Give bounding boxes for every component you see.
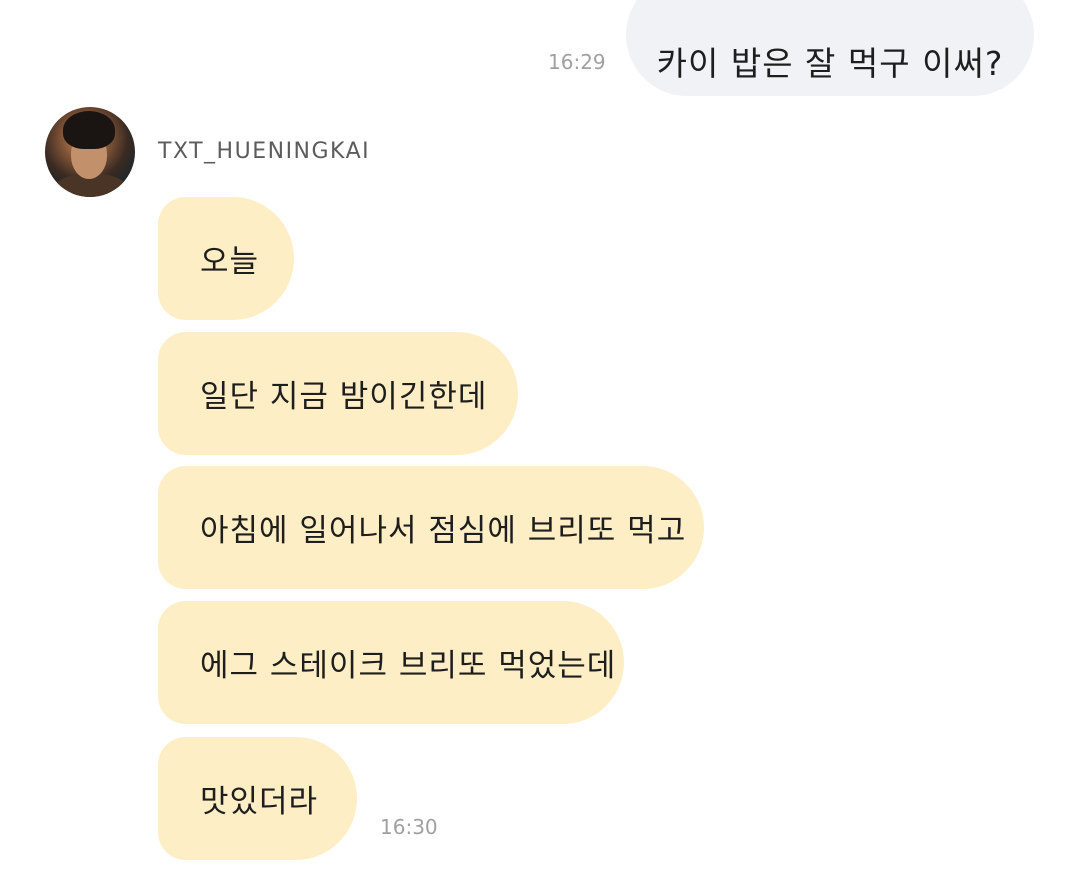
incoming-message-text: 맛있더라 (200, 784, 319, 820)
incoming-message-text: 일단 지금 밤이긴한데 (200, 379, 488, 415)
avatar-hair-shape (63, 111, 115, 149)
outgoing-message-bubble[interactable]: 카이 밥은 잘 먹구 이써? (626, 0, 1034, 96)
chat-thread: 카이 밥은 잘 먹구 이써? 16:29 TXT_HUENINGKAI 오늘 일… (0, 0, 1080, 873)
incoming-timestamp: 16:30 (380, 815, 438, 839)
outgoing-timestamp: 16:29 (548, 50, 606, 74)
incoming-message-bubble[interactable]: 에그 스테이크 브리또 먹었는데 (158, 601, 624, 724)
incoming-message-bubble[interactable]: 맛있더라 (158, 737, 357, 860)
incoming-message-bubble[interactable]: 오늘 (158, 197, 294, 320)
outgoing-message-text: 카이 밥은 잘 먹구 이써? (656, 44, 1004, 83)
incoming-message-text: 오늘 (200, 244, 260, 280)
sender-avatar[interactable] (45, 107, 135, 197)
incoming-message-text: 아침에 일어나서 점심에 브리또 먹고 (200, 513, 687, 549)
incoming-message-text: 에그 스테이크 브리또 먹었는데 (200, 648, 617, 684)
incoming-message-bubble[interactable]: 아침에 일어나서 점심에 브리또 먹고 (158, 466, 704, 589)
incoming-message-bubble[interactable]: 일단 지금 밤이긴한데 (158, 332, 518, 455)
sender-name: TXT_HUENINGKAI (158, 139, 371, 164)
